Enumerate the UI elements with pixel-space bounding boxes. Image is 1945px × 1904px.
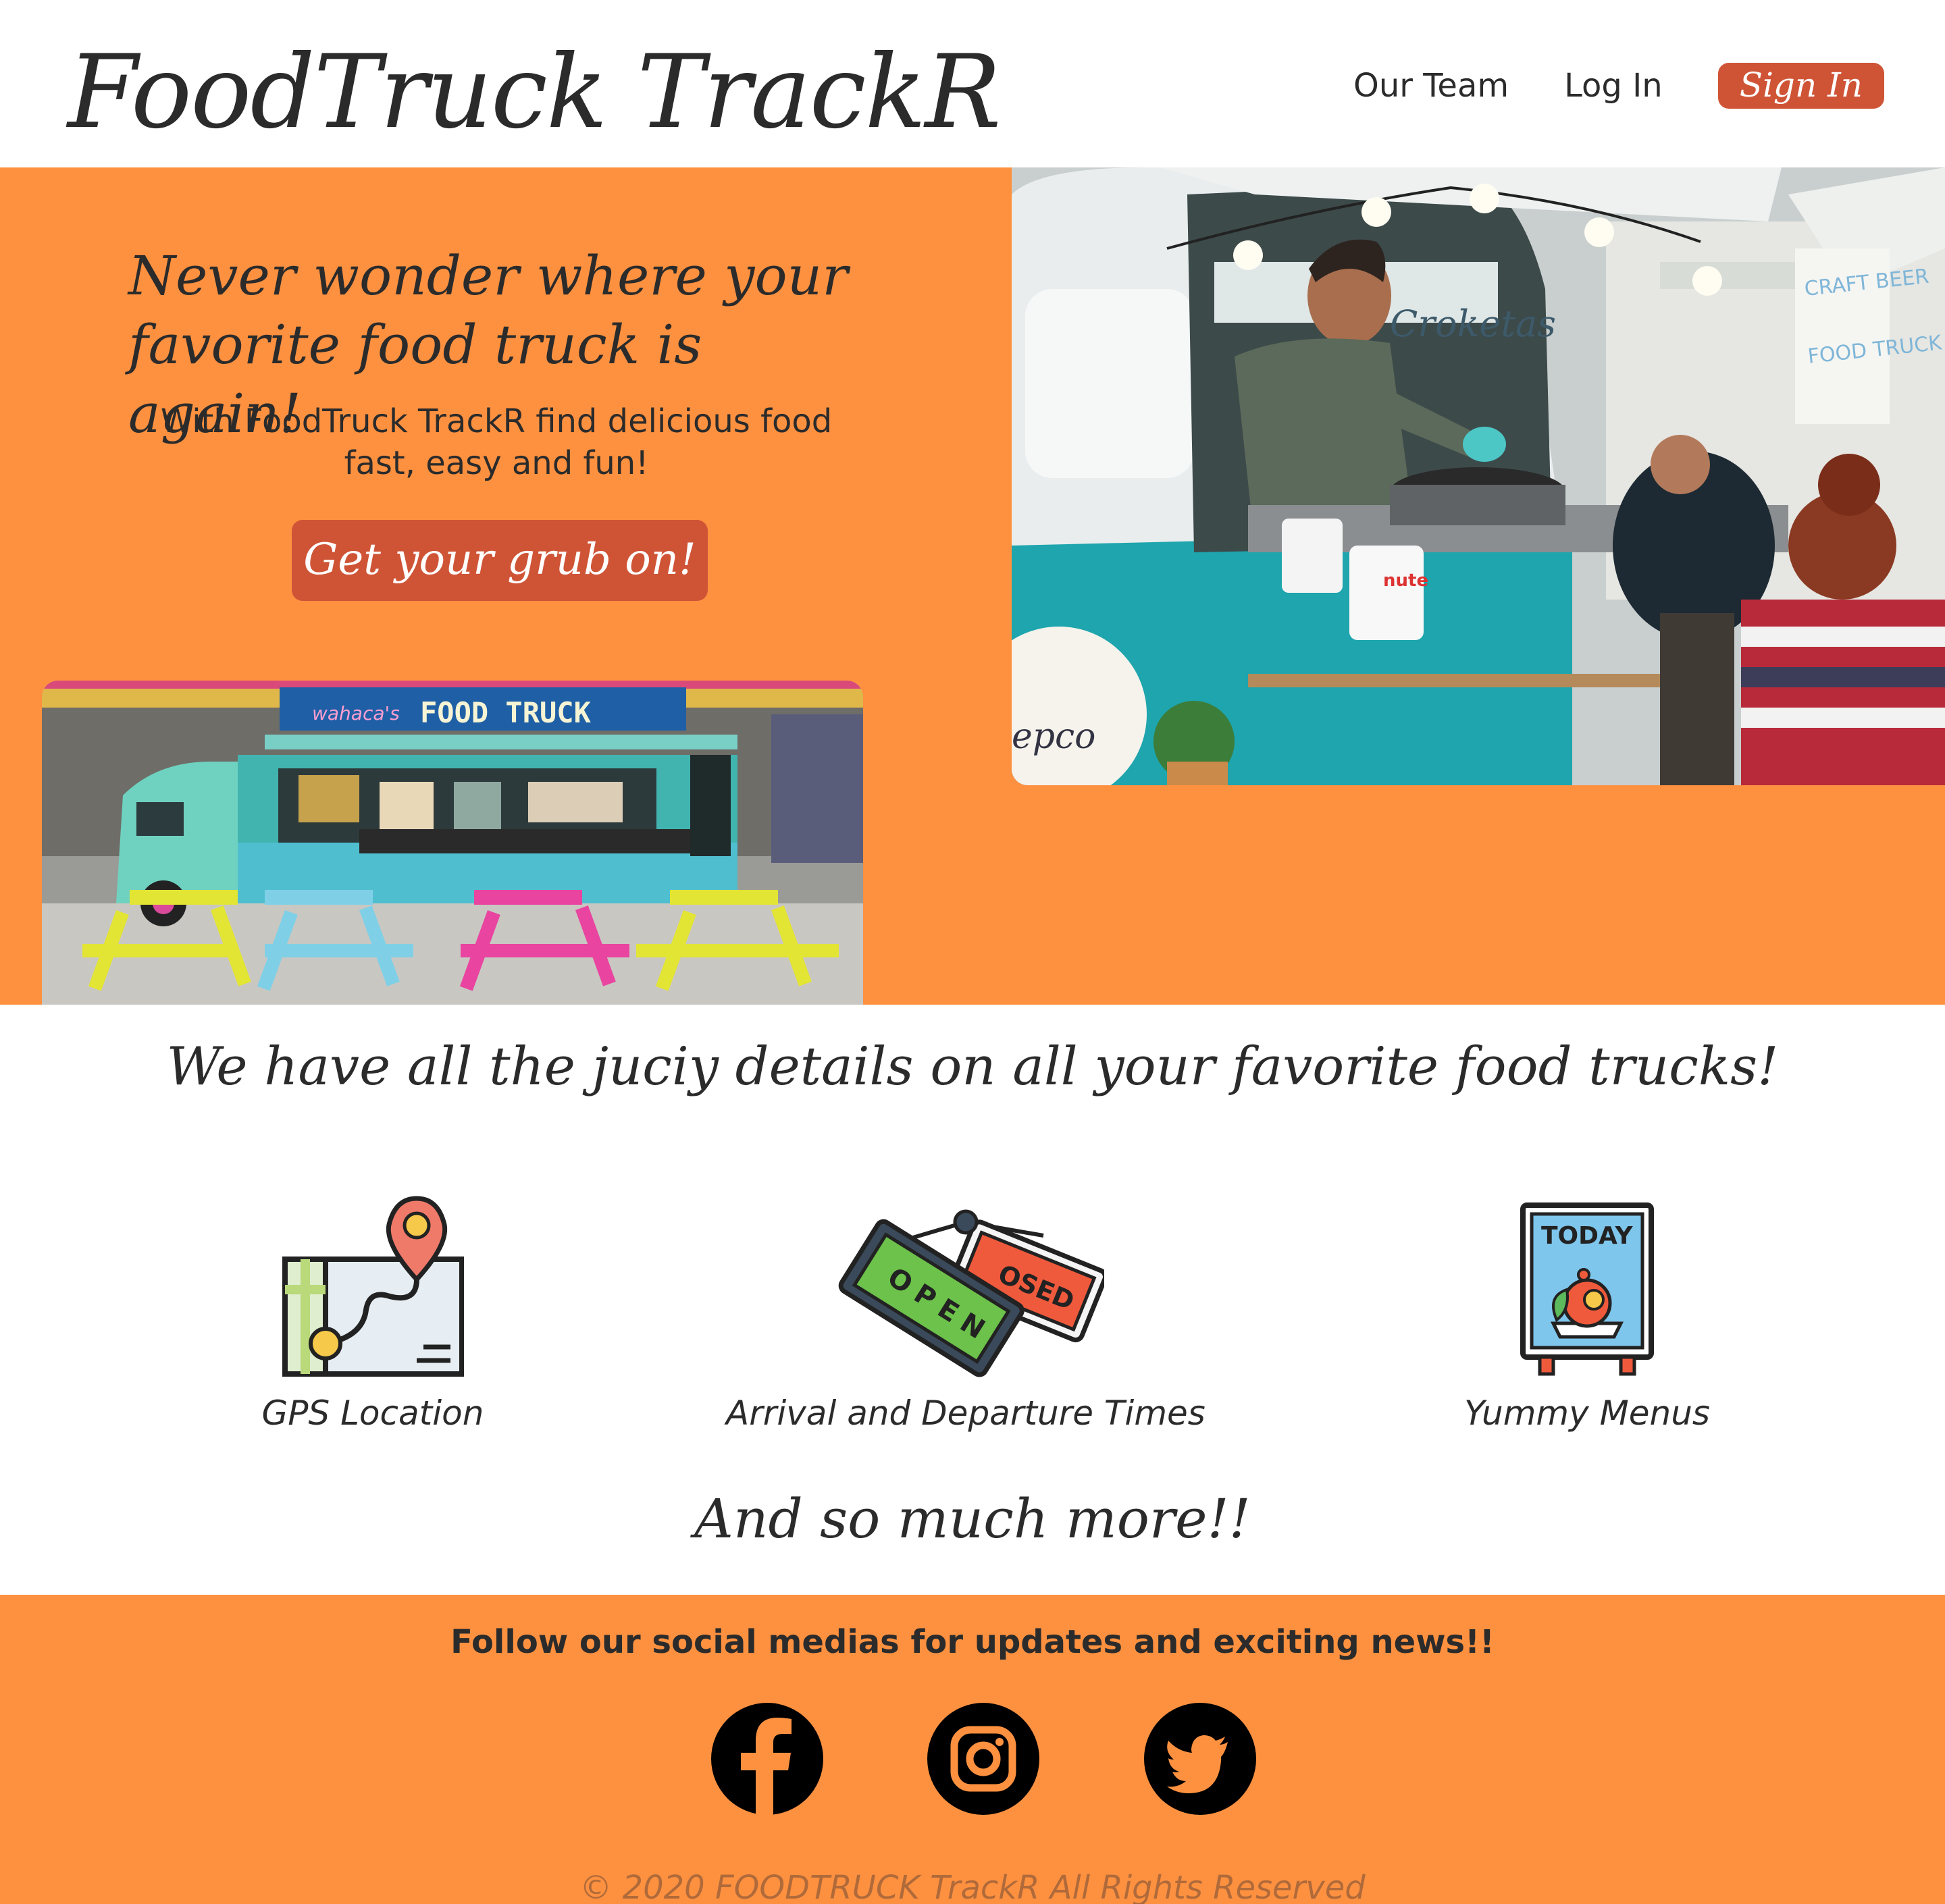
instagram-link[interactable] [927,1703,1039,1815]
details-title: We have all the juciy details on all you… [166,1036,1779,1097]
feature-arrival-departure: OSED OPEN Arrival and Departure Times [726,1175,1205,1437]
plate-text: epco [1012,716,1096,757]
twitter-icon [1167,1735,1228,1793]
nav-our-team-link[interactable]: Our Team [1353,67,1509,105]
copyright-text: © 2020 FOODTRUCK TrackR All Rights Reser… [579,1869,1366,1904]
feature-gps-label: GPS Location [261,1394,484,1433]
open-closed-sign-icon: OSED OPEN [838,1209,1104,1377]
main-nav: Our Team Log In Sign In [1353,62,1884,109]
facebook-link[interactable] [711,1703,823,1815]
menu-board-icon: TODAY [1520,1202,1654,1376]
facebook-icon [741,1718,792,1815]
gps-map-icon [282,1196,464,1377]
svg-text:TODAY: TODAY [1541,1222,1633,1250]
hero-subtitle: With FoodTruck TrackR find delicious foo… [160,402,833,482]
hero-section: Never wonder where your favorite food tr… [0,167,1945,1005]
croketas-sign-text: Croketas [1390,302,1556,345]
feature-gps-location: GPS Location [238,1175,508,1437]
get-grub-button[interactable]: Get your grub on! [292,520,708,601]
twitter-link[interactable] [1144,1703,1256,1815]
site-footer: Follow our social medias for updates and… [0,1595,1945,1904]
nutella-tin-text: nute [1383,571,1428,591]
nav-log-in-link[interactable]: Log In [1564,67,1663,105]
sign-in-button[interactable]: Sign In [1717,63,1884,109]
so-much-more-text: And so much more!! [694,1487,1251,1550]
footer-social-text: Follow our social medias for updates and… [450,1623,1495,1661]
food-truck-sign-text: FOOD TRUCK [420,696,592,729]
site-logo[interactable]: FoodTruck TrackR [68,35,1001,150]
feature-arrival-departure-label: Arrival and Departure Times [726,1394,1205,1433]
wahaca-food-truck-photo: wahaca's FOOD TRUCK [42,681,863,1005]
chef-food-truck-photo: CRAFT BEER FOOD TRUCK Croketas nute epco [1012,167,1945,785]
site-header: FoodTruck TrackR Our Team Log In Sign In [0,0,1945,167]
wahaca-brand-text: wahaca's [312,702,400,724]
feature-yummy-menus-label: Yummy Menus [1464,1394,1710,1433]
feature-yummy-menus: TODAY Yummy Menus [1452,1175,1722,1437]
instagram-icon [950,1726,1016,1792]
